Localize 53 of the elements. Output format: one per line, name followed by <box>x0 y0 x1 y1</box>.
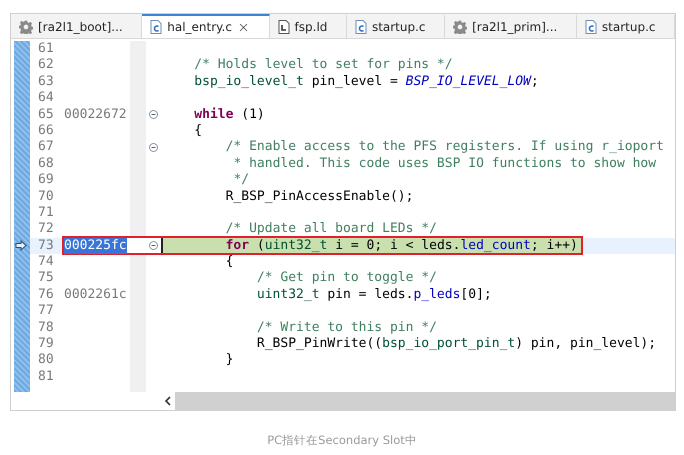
file-icon <box>354 20 367 34</box>
line-number: 78 <box>37 320 55 336</box>
code-line: /* Holds level to set for pins */ <box>193 57 453 74</box>
line-number: 76 <box>37 286 55 304</box>
code-line: R_BSP_PinWrite((bsp_io_port_pin_t) pin, pin_level); <box>256 336 656 352</box>
line-number: 72 <box>37 221 55 238</box>
line-number: 80 <box>37 352 55 369</box>
line-number: 67 <box>37 139 55 156</box>
code-line: * handled. This code uses BSP IO functions to show how <box>232 156 656 172</box>
file-icon <box>150 20 162 34</box>
instruction-pointer-icon <box>15 240 29 252</box>
address-text: 00022672 <box>64 106 127 123</box>
collapse-icon[interactable] <box>149 143 158 152</box>
code-line: } <box>224 352 234 369</box>
line-number: 75 <box>37 270 55 287</box>
code-line: */ <box>232 172 250 189</box>
gear-icon <box>19 20 33 34</box>
line-number: 61 <box>37 41 55 58</box>
horizontal-scrollbar[interactable] <box>175 392 675 410</box>
editor-tab[interactable]: hal_entry.c <box>142 14 270 38</box>
line-number: 70 <box>37 188 55 205</box>
line-number: 69 <box>37 172 55 189</box>
line-number: 66 <box>37 122 55 140</box>
line-number: 62 <box>37 57 55 74</box>
code-line: /* Get pin to toggle */ <box>256 270 437 287</box>
line-number: 74 <box>37 254 55 270</box>
code-line: bsp_io_level_t pin_level = BSP_IO_LEVEL_LOW; <box>193 74 539 90</box>
gear-icon <box>453 20 468 34</box>
file-icon <box>584 20 597 34</box>
code-line: while (1) <box>193 106 265 123</box>
code-line: /* Write to this pin */ <box>256 320 437 336</box>
code-line: R_BSP_PinAccessEnable(); <box>224 188 414 205</box>
line-number: 73 <box>37 238 55 254</box>
code-line: /* Update all board LEDs */ <box>224 221 437 238</box>
line-number: 79 <box>37 336 55 352</box>
line-number: 81 <box>37 368 55 386</box>
caption: PC指针在Secondary Slot中 <box>266 433 418 448</box>
editor-tab[interactable]: fsp.ld <box>270 14 347 38</box>
code-line: uint32_t pin = leds.p_leds[0]; <box>256 286 492 304</box>
code-line: { <box>224 254 234 270</box>
line-number: 68 <box>37 156 55 172</box>
code-line: { <box>193 122 202 140</box>
address-text: 0002261c <box>64 286 127 304</box>
line-number: 63 <box>37 74 55 90</box>
collapse-icon[interactable] <box>149 110 158 120</box>
line-number: 64 <box>37 90 55 107</box>
address-text: 000225fc <box>64 238 127 254</box>
code-line: /* Enable access to the PFS registers. If using r_ioport <box>224 139 664 156</box>
line-number: 65 <box>37 106 55 123</box>
line-number: 71 <box>37 204 55 222</box>
collapse-icon[interactable] <box>149 241 158 250</box>
file-icon <box>278 20 290 34</box>
line-number: 77 <box>37 303 55 320</box>
